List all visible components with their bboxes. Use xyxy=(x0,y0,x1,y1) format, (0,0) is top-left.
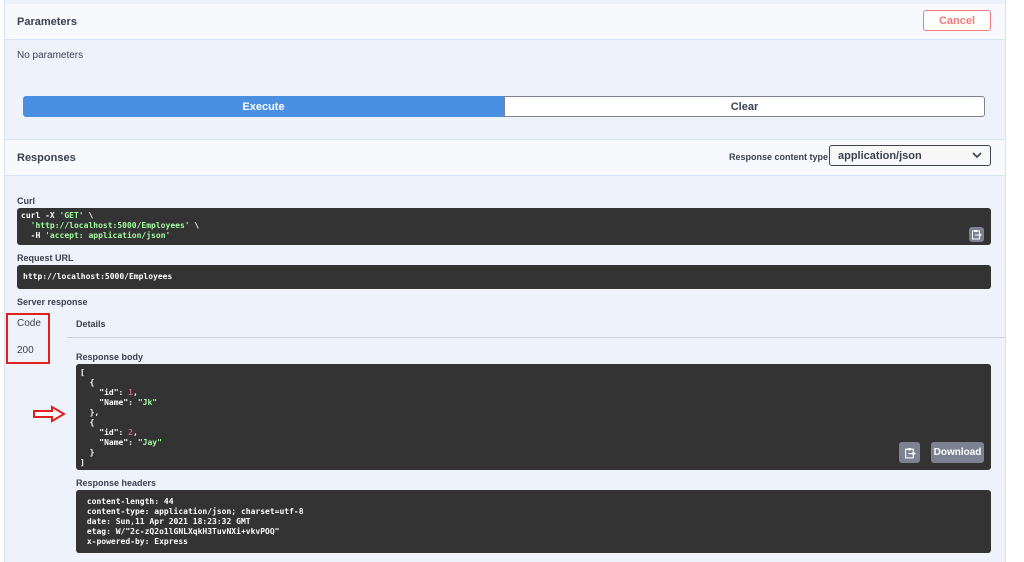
curl-method: 'GET' xyxy=(59,211,84,220)
json-line: { xyxy=(80,378,95,387)
details-column-header: Details xyxy=(76,319,106,329)
json-sep: , xyxy=(133,388,138,397)
right-arrow-annotation-icon xyxy=(33,405,66,423)
json-key: "id" xyxy=(80,388,119,397)
execute-button[interactable]: Execute xyxy=(23,96,504,117)
curl-label: Curl xyxy=(17,196,35,206)
json-sep: : xyxy=(128,398,138,407)
json-line: { xyxy=(80,418,95,427)
no-parameters-text: No parameters xyxy=(17,50,84,61)
header-line: etag: W/"2c-zQ2o1lGNLXqkH3TuvNXi+vkvPOQ" xyxy=(82,527,285,536)
json-sep: : xyxy=(128,438,138,447)
response-content-type-label: Response content type xyxy=(729,152,829,162)
response-content-type-value: application/json xyxy=(838,149,922,162)
clear-button[interactable]: Clear xyxy=(504,96,985,117)
chevron-down-icon xyxy=(972,152,982,159)
clipboard-icon xyxy=(904,447,916,458)
request-url-label: Request URL xyxy=(17,253,74,263)
json-line: ] xyxy=(80,458,85,467)
header-line: content-length: 44 xyxy=(82,497,179,506)
json-line: } xyxy=(80,448,95,457)
code-highlight-box xyxy=(6,313,50,364)
curl-text: curl -X xyxy=(21,211,60,220)
server-response-label: Server response xyxy=(17,297,88,307)
json-key: "Name" xyxy=(80,438,129,447)
clipboard-icon xyxy=(972,230,982,240)
response-headers-label: Response headers xyxy=(76,478,157,488)
curl-text: -H xyxy=(21,231,46,240)
curl-code-block: curl -X 'GET' \ 'http://localhost:5000/E… xyxy=(17,208,991,245)
parameters-header: Parameters Cancel xyxy=(5,4,1005,40)
curl-url: 'http://localhost:5000/Employees' xyxy=(30,221,190,230)
request-url-value: http://localhost:5000/Employees xyxy=(23,272,173,281)
json-sep: : xyxy=(118,428,129,437)
curl-text: \ xyxy=(83,211,94,220)
operation-panel: Parameters Cancel No parameters Execute … xyxy=(4,0,1006,562)
cancel-button[interactable]: Cancel xyxy=(923,10,991,31)
curl-header: 'accept: application/json' xyxy=(45,231,171,240)
download-button[interactable]: Download xyxy=(931,442,984,463)
execute-clear-group: Execute Clear xyxy=(23,96,985,117)
json-string: "Jay" xyxy=(137,438,162,447)
copy-body-button[interactable] xyxy=(899,442,920,463)
responses-title: Responses xyxy=(17,152,76,164)
parameters-title: Parameters xyxy=(17,16,77,28)
response-content-type-select[interactable]: application/json xyxy=(829,145,991,166)
request-url-block: http://localhost:5000/Employees xyxy=(17,265,991,289)
response-body-block: [ { "id": 1, "Name": "Jk" }, { "id": 2, … xyxy=(76,364,991,470)
response-body-label: Response body xyxy=(76,352,144,362)
json-key: "Name" xyxy=(80,398,129,407)
header-line: content-type: application/json; charset=… xyxy=(82,507,309,516)
table-header-divider xyxy=(67,337,1005,338)
copy-curl-button[interactable] xyxy=(969,227,984,242)
curl-text: \ xyxy=(189,221,200,230)
header-line: x-powered-by: Express xyxy=(82,537,193,546)
json-sep: , xyxy=(133,428,138,437)
json-line: [ xyxy=(80,368,85,377)
json-sep: : xyxy=(118,388,129,397)
json-key: "id" xyxy=(80,428,119,437)
json-string: "Jk" xyxy=(137,398,158,407)
response-headers-block: content-length: 44 content-type: applica… xyxy=(76,490,991,553)
header-line: date: Sun,11 Apr 2021 18:23:32 GMT xyxy=(82,517,256,526)
json-line: }, xyxy=(80,408,100,417)
curl-text xyxy=(21,221,31,230)
